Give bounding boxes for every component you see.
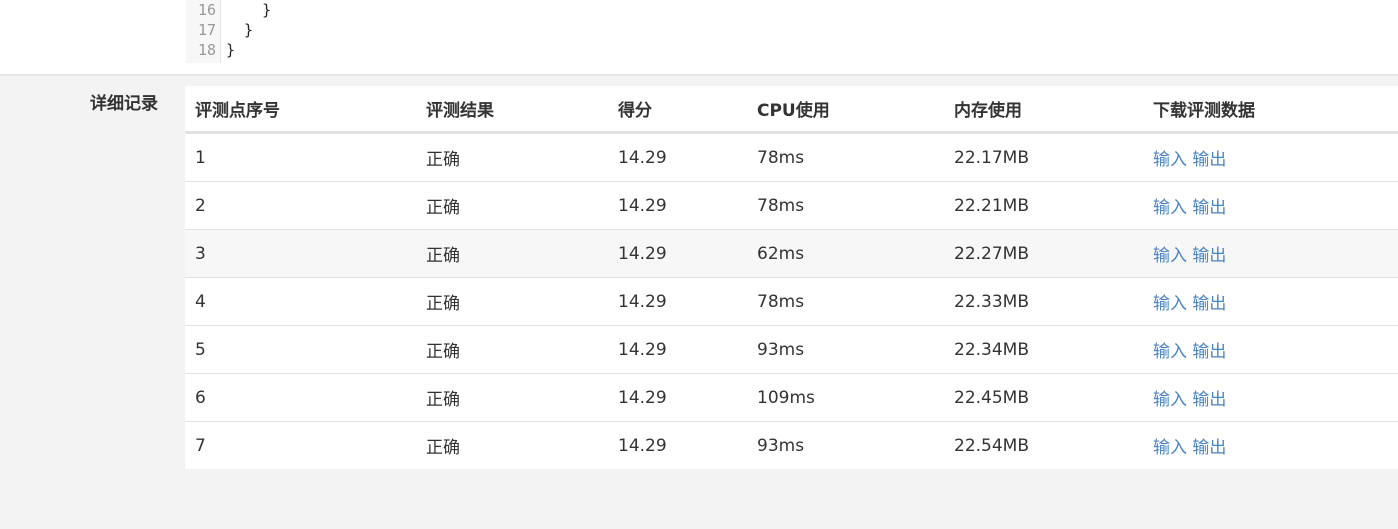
case-cpu: 78ms: [747, 277, 944, 326]
code-block: 16 } 17 } 18 }: [186, 0, 1398, 63]
case-score: 14.29: [608, 421, 747, 469]
case-id: 6: [185, 373, 416, 422]
download-cell: 输入 输出: [1143, 277, 1398, 326]
table-row: 7 正确 14.29 93ms 22.54MB 输入 输出: [185, 421, 1398, 469]
case-id: 7: [185, 421, 416, 469]
case-cpu: 78ms: [757, 147, 805, 168]
case-memory: 22.33MB: [944, 277, 1143, 326]
download-output-link[interactable]: 输出: [1192, 342, 1226, 362]
case-result: 正确: [416, 277, 608, 326]
case-cpu: 109ms: [747, 373, 944, 422]
case-score: 14.29: [608, 325, 747, 374]
line-number: 17: [197, 21, 216, 39]
case-result: 正确: [416, 373, 608, 422]
header-download: 下载评测数据: [1143, 86, 1398, 134]
case-score: 14.29: [608, 229, 747, 278]
table-row: 1 正确 14.29 78ms 22.17MB 输入 输出: [185, 133, 1398, 182]
line-number: 18: [197, 41, 216, 59]
case-score: 14.29: [618, 147, 667, 168]
download-input-link[interactable]: 输入: [1153, 438, 1187, 458]
table-row: 6 正确 14.29 109ms 22.45MB 输入 输出: [185, 373, 1398, 422]
case-result: 正确: [416, 421, 608, 469]
download-input-link[interactable]: 输入: [1153, 246, 1187, 266]
case-cpu: 78ms: [747, 181, 944, 230]
case-score: 14.29: [608, 181, 747, 230]
case-cpu: 62ms: [747, 229, 944, 278]
section-divider: [0, 74, 1398, 76]
case-memory: 22.54MB: [944, 421, 1143, 469]
header-case-id: 评测点序号: [185, 86, 416, 134]
download-cell: 输入 输出: [1143, 133, 1398, 182]
line-number: 16: [197, 1, 216, 19]
case-id: 5: [185, 325, 416, 374]
download-output-link[interactable]: 输出: [1192, 246, 1226, 266]
case-id: 1: [195, 147, 206, 168]
download-output-link[interactable]: 输出: [1192, 294, 1226, 314]
download-input-link[interactable]: 输入: [1153, 294, 1187, 314]
download-output-link[interactable]: 输出: [1192, 198, 1226, 218]
case-result: 正确: [416, 181, 608, 230]
header-cpu: CPU使用: [747, 86, 944, 134]
case-result: 正确: [416, 325, 608, 374]
download-cell: 输入 输出: [1143, 181, 1398, 230]
download-output-link[interactable]: 输出: [1192, 438, 1226, 458]
case-result: 正确: [426, 150, 460, 170]
records-section-label: 详细记录: [90, 94, 158, 114]
case-memory: 22.21MB: [944, 181, 1143, 230]
header-result: 评测结果: [416, 86, 608, 134]
table-row: 3 正确 14.29 62ms 22.27MB 输入 输出: [185, 229, 1398, 278]
case-score: 14.29: [608, 277, 747, 326]
download-cell: 输入 输出: [1143, 421, 1398, 469]
download-input-link[interactable]: 输入: [1153, 150, 1187, 170]
download-cell: 输入 输出: [1143, 373, 1398, 422]
code-text: }: [226, 21, 254, 39]
case-memory: 22.45MB: [944, 373, 1143, 422]
case-memory: 22.17MB: [954, 147, 1029, 168]
case-cpu: 93ms: [747, 421, 944, 469]
records-table: 评测点序号 评测结果 得分 CPU使用 内存使用 下载评测数据 1 正确 14.…: [185, 86, 1398, 469]
header-memory: 内存使用: [944, 86, 1143, 134]
download-input-link[interactable]: 输入: [1153, 390, 1187, 410]
case-id: 4: [185, 277, 416, 326]
table-row: 5 正确 14.29 93ms 22.34MB 输入 输出: [185, 325, 1398, 374]
download-cell: 输入 输出: [1143, 229, 1398, 278]
case-id: 2: [185, 181, 416, 230]
table-row: 2 正确 14.29 78ms 22.21MB 输入 输出: [185, 181, 1398, 230]
case-score: 14.29: [608, 373, 747, 422]
table-row: 4 正确 14.29 78ms 22.33MB 输入 输出: [185, 277, 1398, 326]
download-output-link[interactable]: 输出: [1192, 390, 1226, 410]
download-input-link[interactable]: 输入: [1153, 198, 1187, 218]
case-memory: 22.27MB: [944, 229, 1143, 278]
download-output-link[interactable]: 输出: [1192, 150, 1226, 170]
case-id: 3: [185, 229, 416, 278]
header-score: 得分: [608, 86, 747, 134]
download-cell: 输入 输出: [1143, 325, 1398, 374]
case-memory: 22.34MB: [944, 325, 1143, 374]
case-cpu: 93ms: [747, 325, 944, 374]
code-area: 16 } 17 } 18 }: [0, 0, 1398, 74]
code-text: }: [226, 1, 272, 19]
code-text: }: [226, 41, 236, 59]
case-result: 正确: [416, 229, 608, 278]
download-input-link[interactable]: 输入: [1153, 342, 1187, 362]
table-header-row: 评测点序号 评测结果 得分 CPU使用 内存使用 下载评测数据: [185, 86, 1398, 134]
